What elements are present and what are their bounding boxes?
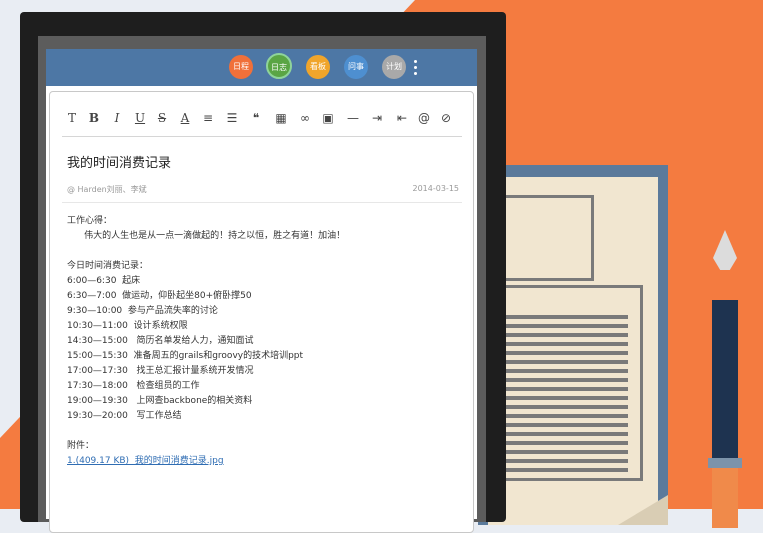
attachment-link[interactable]: 1.(409.17 KB) 我的时间消费记录.jpg [67,454,462,469]
strikethrough-icon[interactable]: S [154,110,170,126]
body-line: 6:30—7:00 做运动，仰卧起坐80+俯卧撑50 [67,291,252,301]
nav-button-3[interactable]: 问事 [344,55,368,79]
fountain-pen-illustration [700,230,750,528]
italic-icon[interactable]: I [109,110,125,126]
image-icon[interactable]: ▣ [320,110,336,126]
quote-icon[interactable]: ❝ [248,110,264,126]
body-line: 19:30—20:00 写工作总结 [67,411,182,421]
nav-button-4[interactable]: 计划 [382,55,406,79]
nav-button-1[interactable]: 日志 [266,53,292,79]
font-color-icon[interactable]: A [177,110,193,126]
nav-button-0[interactable]: 日程 [229,55,253,79]
post-title: 我的时间消费记录 [67,156,172,171]
body-line: 伟大的人生也是从一点一滴做起的！持之以恒，胜之有道！加油！ [67,231,346,241]
top-navbar: 日程 日志 看板 问事 计划 [46,49,477,86]
app-screen: 日程 日志 看板 问事 计划 T B I U S A ≡ ☰ ❝ ▦ ∞ ▣ — ⇥ ⇤ @ ⊘ 我的时间消费记录 @ … [46,49,477,533]
link-icon[interactable]: ∞ [297,110,313,126]
unordered-list-icon[interactable]: ☰ [224,110,240,126]
bold-T-icon[interactable]: T [64,110,80,126]
body-line: 今日时间消费记录： [67,261,149,271]
body-line: 附件： [67,441,95,451]
more-menu-icon[interactable] [414,60,418,76]
indent-icon[interactable]: ⇥ [369,110,385,126]
post-body: 工作心得： 伟大的人生也是从一点一滴做起的！持之以恒，胜之有道！加油！ 今日时间消… [67,214,462,469]
editor-toolbar: T B I U S A ≡ ☰ ❝ ▦ ∞ ▣ — ⇥ ⇤ @ ⊘ [64,110,462,128]
body-line: 工作心得： [67,216,113,226]
body-line: 19:00—19:30 上网查backbone的相关资料 [67,396,253,406]
ordered-list-icon[interactable]: ≡ [200,110,216,126]
table-icon[interactable]: ▦ [273,110,289,126]
attachment-icon[interactable]: ⊘ [438,110,454,126]
body-line: 17:30—18:00 检查组员的工作 [67,381,200,391]
body-line: 14:30—15:00 简历名单发给人力，通知面试 [67,336,254,346]
body-line: 6:00—6:30 起床 [67,276,141,286]
mention-icon[interactable]: @ [416,110,432,126]
post-date: 2014-03-15 [412,184,460,193]
horizontal-rule-icon[interactable]: — [345,110,361,126]
bold-icon[interactable]: B [86,110,102,126]
underline-icon[interactable]: U [132,110,148,126]
body-line: 10:30—11:00 设计系统权限 [67,321,188,331]
nav-button-2[interactable]: 看板 [306,55,330,79]
outdent-icon[interactable]: ⇤ [394,110,410,126]
body-line [67,244,462,259]
paper-illustration [478,165,668,525]
body-line [67,424,462,439]
body-line: 9:30—10:00 参与产品流失率的讨论 [67,306,218,316]
body-line: 17:00—17:30 找王总汇报计量系统开发情况 [67,366,254,376]
post-authors[interactable]: @ Harden刘丽、李斌 [67,184,147,195]
log-entry-card: T B I U S A ≡ ☰ ❝ ▦ ∞ ▣ — ⇥ ⇤ @ ⊘ 我的时间消费记录 @ Harden刘丽、李斌… [49,91,474,533]
body-line: 15:00—15:30 准备周五的grails和groovy的技术培训ppt [67,351,304,361]
